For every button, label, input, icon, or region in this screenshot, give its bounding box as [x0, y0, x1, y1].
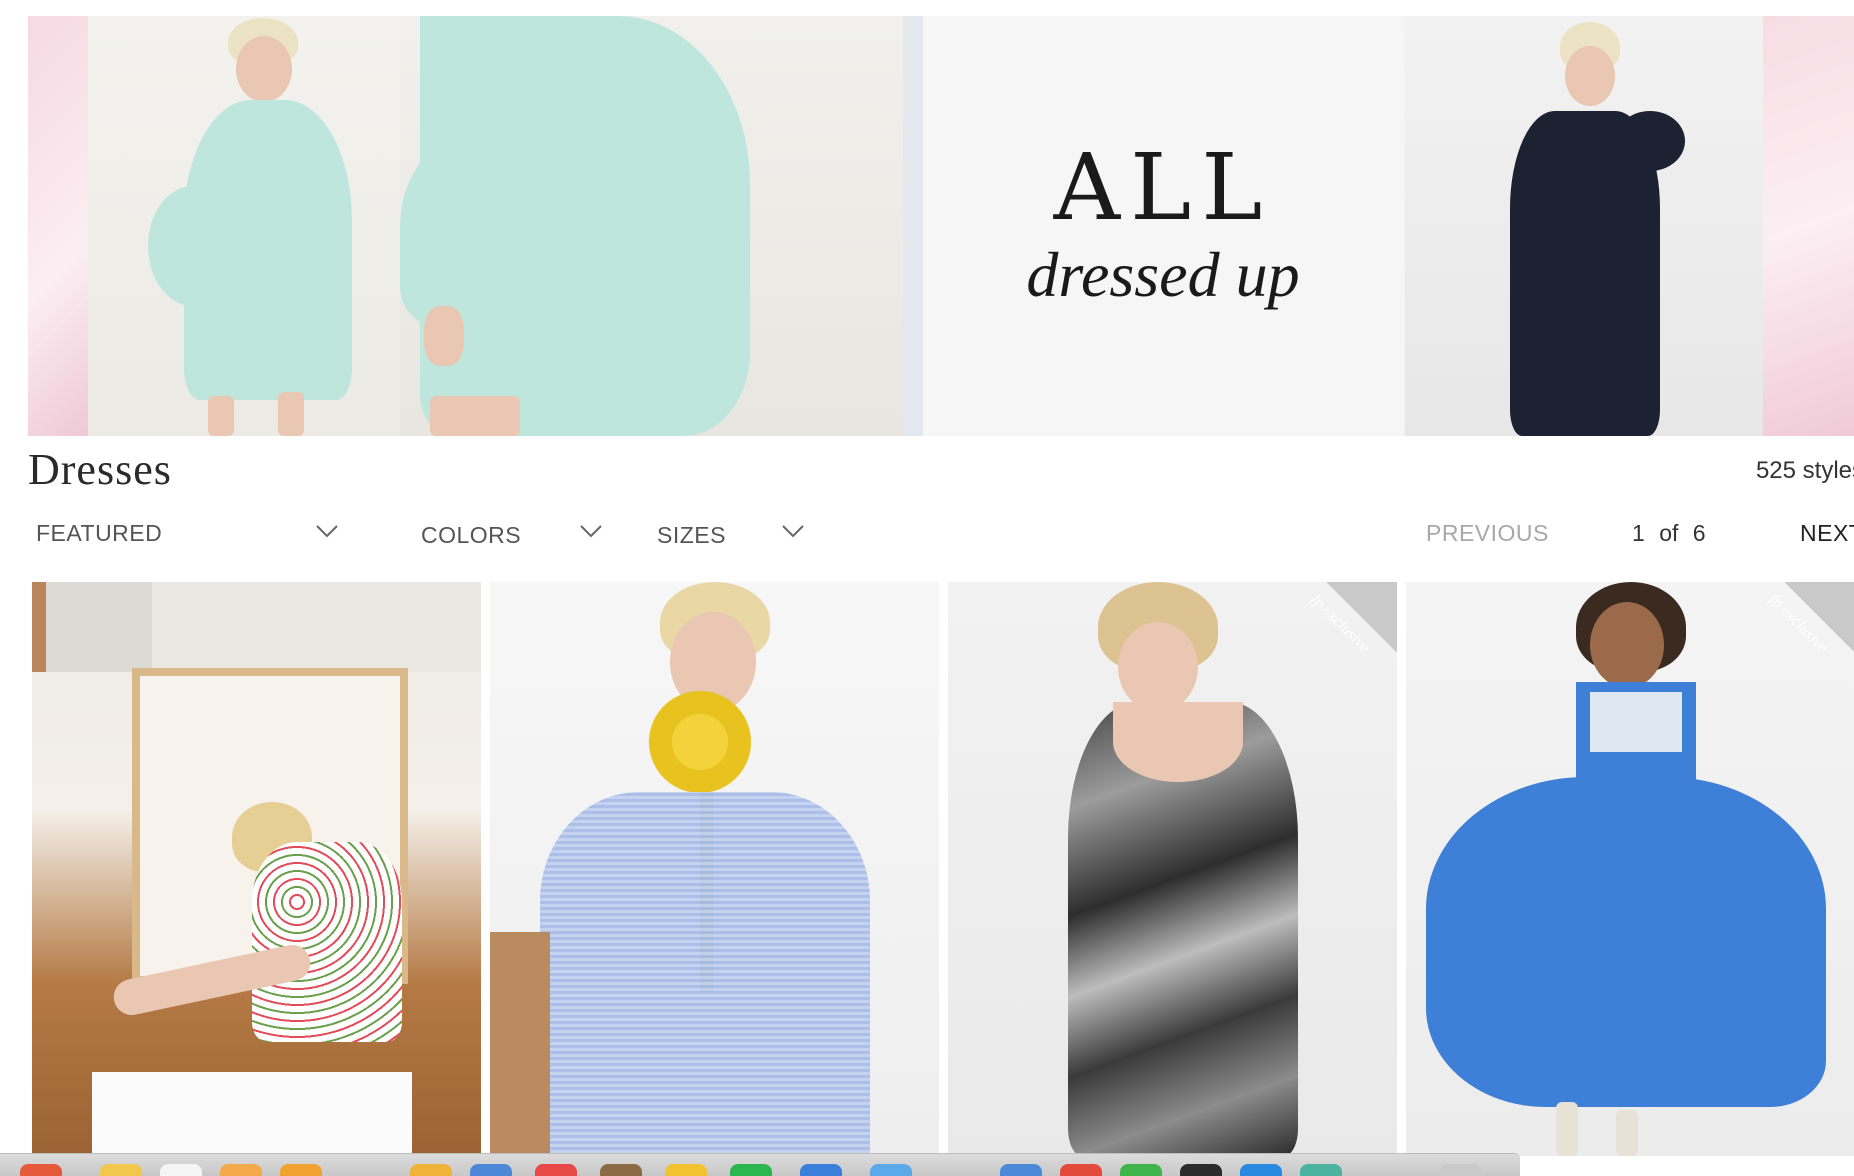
hero-panel-right-edge [1763, 16, 1854, 436]
app-icon[interactable] [665, 1164, 707, 1176]
app-icon[interactable] [1240, 1164, 1282, 1176]
yellow-flowers [635, 677, 765, 807]
model-face [1565, 46, 1615, 106]
app-icon[interactable] [220, 1164, 262, 1176]
chevron-down-icon[interactable] [782, 524, 804, 546]
page-of-label: of [1659, 520, 1679, 546]
window-background [32, 582, 481, 672]
paper-sheet [92, 1072, 412, 1156]
previous-page-button[interactable]: PREVIOUS [1426, 520, 1549, 547]
style-count: 525 styles [1755, 457, 1854, 484]
app-icon[interactable] [1300, 1164, 1342, 1176]
app-icon[interactable] [100, 1164, 142, 1176]
macos-dock [0, 1153, 1520, 1176]
app-icon[interactable] [535, 1164, 577, 1176]
chevron-down-icon[interactable] [316, 524, 338, 546]
colors-filter-dropdown[interactable]: COLORS [421, 522, 521, 549]
total-pages: 6 [1692, 520, 1706, 546]
app-icon[interactable] [470, 1164, 512, 1176]
colors-filter-label: COLORS [421, 522, 522, 548]
current-page: 1 [1632, 520, 1645, 546]
product-grid: fp exclusive fp exclusive [32, 582, 1854, 1156]
model-face [1590, 602, 1664, 688]
app-icon[interactable] [870, 1164, 912, 1176]
exclusive-badge: fp exclusive [1755, 582, 1854, 682]
sort-dropdown-label: FEATURED [36, 520, 163, 546]
app-icon[interactable] [280, 1164, 322, 1176]
app-icon[interactable] [1000, 1164, 1042, 1176]
product-tile[interactable]: fp exclusive [1406, 582, 1854, 1156]
shoe [1616, 1110, 1638, 1156]
sort-dropdown[interactable]: FEATURED [36, 520, 162, 547]
page-title: Dresses [28, 445, 172, 494]
hero-divider [903, 16, 923, 436]
app-icon[interactable] [600, 1164, 642, 1176]
page-indicator: 1 of 6 [1632, 520, 1706, 547]
app-icon[interactable] [800, 1164, 842, 1176]
hero-image-mint-dress-detail [400, 16, 930, 436]
badge-label: fp exclusive [1307, 591, 1373, 657]
hero-text-panel: ALL dressed up [923, 16, 1403, 436]
mint-dress-sleeve [148, 186, 238, 306]
filter-bar: FEATURED COLORS SIZES [0, 520, 1854, 560]
product-tile[interactable]: fp exclusive [948, 582, 1397, 1156]
app-icon[interactable] [1180, 1164, 1222, 1176]
hero-image-black-dress [1405, 16, 1763, 436]
model-face [1118, 622, 1198, 712]
app-icon[interactable] [410, 1164, 452, 1176]
app-icon[interactable] [160, 1164, 202, 1176]
navy-dress-sleeve [1615, 111, 1685, 171]
hero-banner[interactable]: ALL dressed up [28, 16, 1854, 436]
hero-headline: ALL [1053, 134, 1273, 241]
app-icon[interactable] [730, 1164, 772, 1176]
hero-subline: dressed up [1026, 239, 1300, 310]
app-icon[interactable] [1060, 1164, 1102, 1176]
app-icon[interactable] [20, 1164, 62, 1176]
sizes-filter-label: SIZES [657, 522, 726, 548]
next-page-button[interactable]: NEXT [1800, 520, 1854, 547]
embroidered-panel [1590, 692, 1682, 752]
model-face [236, 36, 292, 102]
app-icon[interactable] [1120, 1164, 1162, 1176]
product-tile[interactable] [490, 582, 939, 1156]
model-leg [208, 396, 234, 436]
model-leg [278, 392, 304, 436]
blue-dress-skirt [1426, 777, 1826, 1107]
sizes-filter-dropdown[interactable]: SIZES [657, 522, 726, 549]
model-neckline [1113, 702, 1243, 782]
model-leg [430, 396, 520, 436]
hero-image-mint-dress-front [88, 16, 428, 436]
gingham-romper [540, 792, 870, 1156]
hero-panel-left-edge [28, 16, 88, 436]
exclusive-badge: fp exclusive [1297, 582, 1397, 682]
app-icon[interactable] [1440, 1164, 1482, 1176]
cardboard-box [490, 932, 550, 1156]
shoe [1556, 1102, 1578, 1156]
product-tile[interactable] [32, 582, 481, 1156]
mint-dress-sleeve [400, 126, 580, 326]
floral-dress [252, 842, 402, 1042]
model-hand [424, 306, 464, 366]
badge-label: fp exclusive [1765, 591, 1831, 657]
chevron-down-icon[interactable] [580, 524, 602, 546]
